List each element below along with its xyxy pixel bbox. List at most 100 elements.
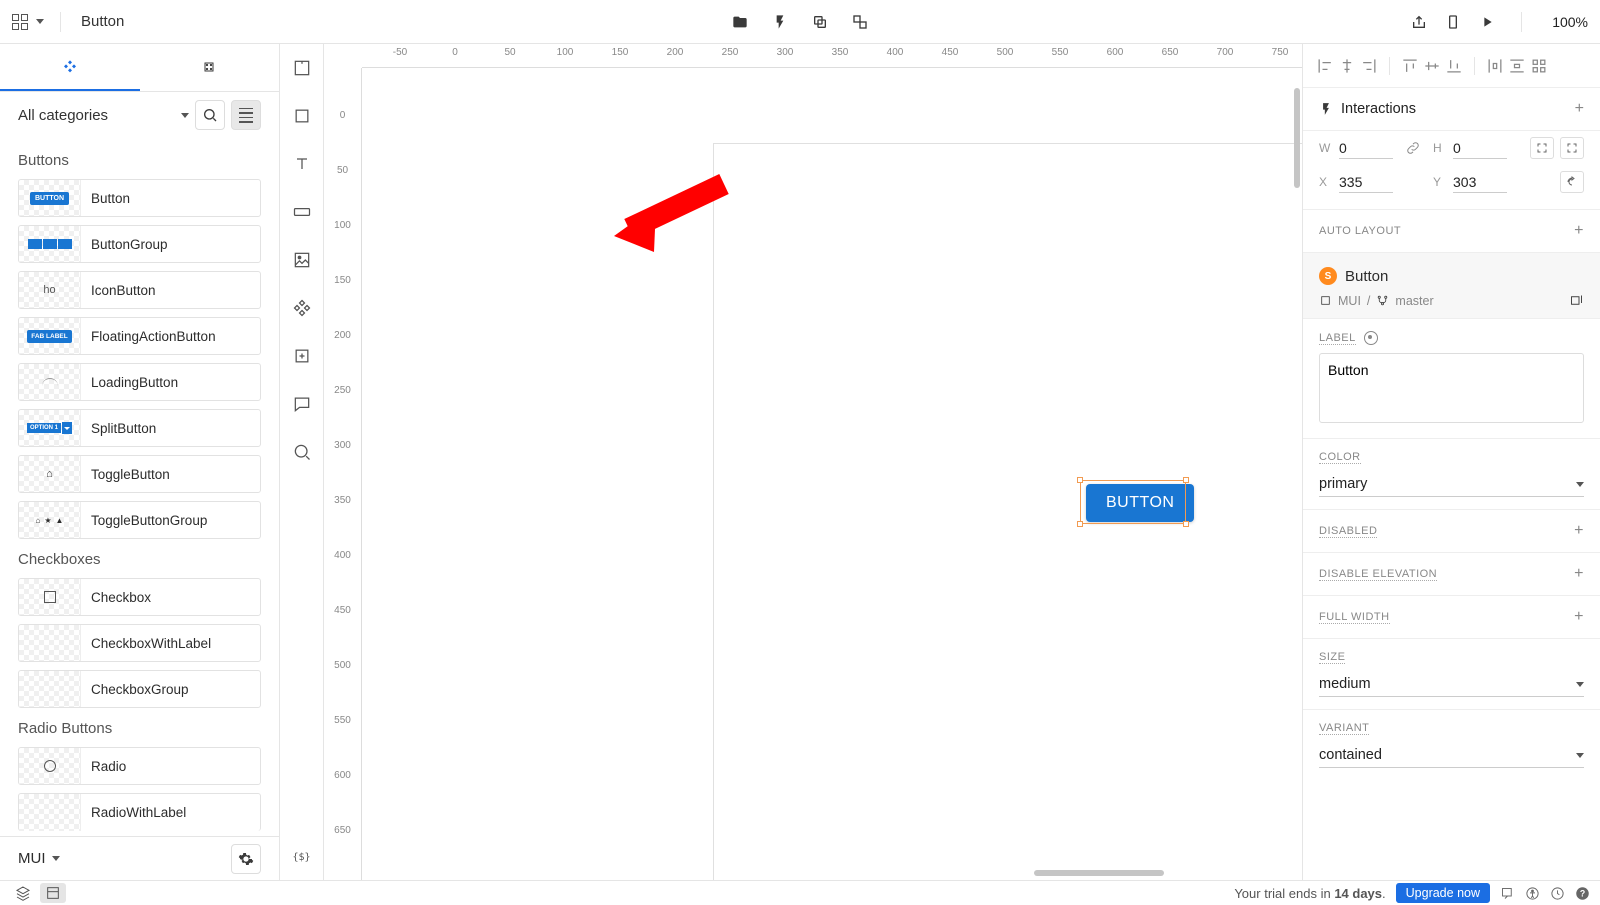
kit-name: MUI xyxy=(1338,294,1361,308)
variant-select-value: contained xyxy=(1319,747,1382,763)
share-icon[interactable] xyxy=(1411,14,1427,30)
design-frame[interactable] xyxy=(714,144,1302,880)
add-interaction-button[interactable]: + xyxy=(1575,100,1584,118)
play-icon[interactable] xyxy=(1479,14,1495,30)
detach-icon[interactable] xyxy=(852,14,868,30)
feedback-icon[interactable] xyxy=(1500,886,1515,901)
help-icon[interactable]: ? xyxy=(1575,886,1590,901)
kit-selector[interactable]: MUI xyxy=(18,850,60,867)
component-item-checkboxgroup[interactable]: CheckboxGroup xyxy=(18,670,261,708)
auto-layout-section[interactable]: AUTO LAYOUT + xyxy=(1303,210,1600,253)
accessibility-icon[interactable] xyxy=(1525,886,1540,901)
button-instance[interactable]: BUTTON xyxy=(1086,484,1194,522)
align-top-icon[interactable] xyxy=(1400,56,1420,76)
tool-text[interactable] xyxy=(292,154,312,174)
prop-disabled-section[interactable]: DISABLED + xyxy=(1303,510,1600,553)
layers-panel-toggle[interactable] xyxy=(10,883,36,903)
tab-layers[interactable] xyxy=(140,44,280,91)
app-menu-icon[interactable] xyxy=(12,14,28,30)
tidy-icon[interactable] xyxy=(1529,56,1549,76)
scrollbar-vertical[interactable] xyxy=(1294,88,1300,188)
rotation-button[interactable] xyxy=(1560,171,1584,193)
component-item-togglebuttongroup[interactable]: ⌂★▲ ToggleButtonGroup xyxy=(18,501,261,539)
component-name: Button xyxy=(1345,268,1388,285)
x-input[interactable] xyxy=(1339,172,1393,193)
canvas[interactable]: -500501001502002503003504004505005506006… xyxy=(324,44,1302,880)
component-item-buttongroup[interactable]: ButtonGroup xyxy=(18,225,261,263)
prop-disable-elevation-section[interactable]: DISABLE ELEVATION + xyxy=(1303,553,1600,596)
prop-full-width-section[interactable]: FULL WIDTH + xyxy=(1303,596,1600,639)
component-label: CheckboxWithLabel xyxy=(91,636,211,651)
resize-fit-button[interactable] xyxy=(1530,137,1554,159)
component-label: ToggleButtonGroup xyxy=(91,513,207,528)
breadcrumb-title: Button xyxy=(81,13,124,30)
scrollbar-horizontal[interactable] xyxy=(1034,870,1164,876)
tokens-button[interactable]: {$} xyxy=(293,850,311,864)
component-label: SplitButton xyxy=(91,421,156,436)
go-to-main-icon[interactable] xyxy=(1569,293,1584,308)
tool-input[interactable] xyxy=(292,202,312,222)
component-thumb xyxy=(19,625,81,661)
distribute-v-icon[interactable] xyxy=(1507,56,1527,76)
component-thumb xyxy=(19,671,81,707)
panel-toggle[interactable] xyxy=(40,883,66,903)
device-icon[interactable] xyxy=(1445,14,1461,30)
tool-image[interactable] xyxy=(292,250,312,270)
variant-select[interactable]: contained xyxy=(1319,743,1584,768)
copy-icon[interactable] xyxy=(812,14,828,30)
height-input[interactable] xyxy=(1453,138,1507,159)
link-dimensions-icon[interactable] xyxy=(1405,140,1421,156)
lightning-icon xyxy=(1319,102,1333,116)
lightning-icon[interactable] xyxy=(772,14,788,30)
label-textarea[interactable] xyxy=(1319,353,1584,423)
prop-label-section: LABEL xyxy=(1303,319,1600,439)
zoom-level[interactable]: 100% xyxy=(1552,14,1588,30)
folder-icon[interactable] xyxy=(732,14,748,30)
section-title-radio: Radio Buttons xyxy=(18,720,261,737)
app-menu-chevron-icon[interactable] xyxy=(36,19,44,24)
width-input[interactable] xyxy=(1339,138,1393,159)
component-item-togglebutton[interactable]: ⌂ ToggleButton xyxy=(18,455,261,493)
chevron-down-icon xyxy=(181,113,189,118)
component-item-splitbutton[interactable]: OPTION 1 SplitButton xyxy=(18,409,261,447)
tool-rectangle[interactable] xyxy=(292,106,312,126)
branch-name: master xyxy=(1395,294,1433,308)
category-dropdown[interactable]: All categories xyxy=(18,107,189,124)
tool-component[interactable] xyxy=(292,298,312,318)
y-input[interactable] xyxy=(1453,172,1507,193)
target-icon[interactable] xyxy=(1364,331,1378,345)
tool-search[interactable] xyxy=(292,442,312,462)
size-select-value: medium xyxy=(1319,676,1371,692)
component-item-radio[interactable]: Radio xyxy=(18,747,261,785)
color-select[interactable]: primary xyxy=(1319,472,1584,497)
component-item-fab[interactable]: FAB LABEL FloatingActionButton xyxy=(18,317,261,355)
svg-text:?: ? xyxy=(1580,888,1585,898)
align-vcenter-icon[interactable] xyxy=(1422,56,1442,76)
tool-slot[interactable] xyxy=(292,346,312,366)
search-button[interactable] xyxy=(195,100,225,130)
kit-settings-button[interactable] xyxy=(231,844,261,874)
size-select[interactable]: medium xyxy=(1319,672,1584,697)
component-item-button[interactable]: BUTTON Button xyxy=(18,179,261,217)
prop-color-section: COLOR primary xyxy=(1303,439,1600,510)
tool-frame[interactable] xyxy=(292,58,312,78)
component-item-loadingbutton[interactable]: LoadingButton xyxy=(18,363,261,401)
component-item-checkbox[interactable]: Checkbox xyxy=(18,578,261,616)
align-left-icon[interactable] xyxy=(1315,56,1335,76)
component-item-radiowithlabel[interactable]: RadioWithLabel xyxy=(18,793,261,831)
tab-components[interactable] xyxy=(0,44,140,91)
component-item-checkboxwithlabel[interactable]: CheckboxWithLabel xyxy=(18,624,261,662)
history-icon[interactable] xyxy=(1550,886,1565,901)
list-icon xyxy=(239,108,253,123)
align-hcenter-icon[interactable] xyxy=(1337,56,1357,76)
list-view-button[interactable] xyxy=(231,100,261,130)
resize-hug-button[interactable] xyxy=(1560,137,1584,159)
tool-comment[interactable] xyxy=(292,394,312,414)
align-right-icon[interactable] xyxy=(1359,56,1379,76)
upgrade-button[interactable]: Upgrade now xyxy=(1396,883,1490,903)
align-bottom-icon[interactable] xyxy=(1444,56,1464,76)
component-item-iconbutton[interactable]: ho IconButton xyxy=(18,271,261,309)
distribute-h-icon[interactable] xyxy=(1485,56,1505,76)
add-autolayout-button[interactable]: + xyxy=(1574,222,1584,240)
component-thumb: ho xyxy=(19,272,81,308)
